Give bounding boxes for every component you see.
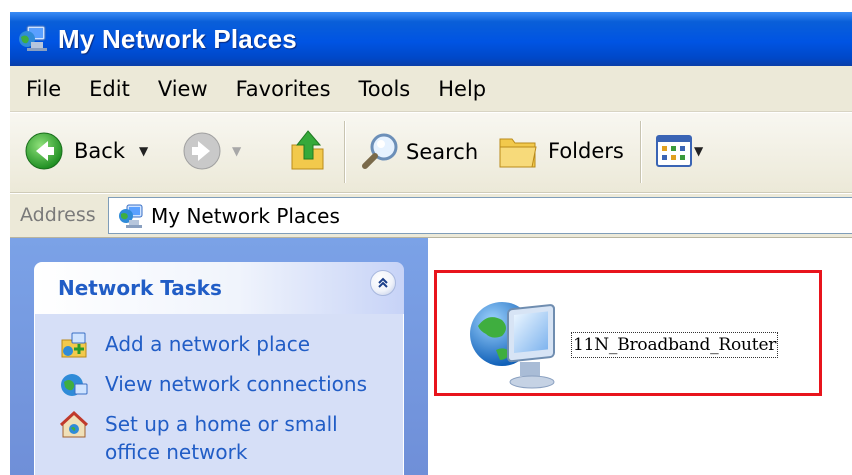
menu-bar: File Edit View Favorites Tools Help bbox=[10, 66, 852, 112]
add-network-place-icon bbox=[59, 330, 89, 360]
network-item-label[interactable]: 11N_Broadband_Router bbox=[571, 332, 779, 358]
address-input[interactable]: My Network Places bbox=[108, 197, 852, 234]
menu-favorites[interactable]: Favorites bbox=[222, 77, 345, 101]
network-tasks-header[interactable]: Network Tasks bbox=[34, 262, 404, 314]
back-dropdown-icon[interactable]: ▼ bbox=[139, 144, 148, 158]
back-label: Back bbox=[74, 139, 125, 163]
folders-button[interactable]: Folders bbox=[496, 131, 624, 171]
network-connections-icon bbox=[59, 370, 89, 400]
views-button[interactable]: ▼ bbox=[656, 135, 703, 167]
folders-label: Folders bbox=[548, 139, 624, 163]
folders-icon bbox=[496, 131, 540, 171]
title-bar[interactable]: My Network Places bbox=[10, 12, 852, 66]
toolbar-separator bbox=[640, 121, 642, 183]
network-places-icon bbox=[117, 202, 145, 230]
task-view-network-connections[interactable]: View network connections bbox=[59, 370, 403, 400]
menu-help[interactable]: Help bbox=[424, 77, 500, 101]
task-label: Add a network place bbox=[105, 332, 311, 356]
content-area: 11N_Broadband_Router bbox=[428, 238, 852, 475]
search-button[interactable]: Search bbox=[360, 131, 478, 173]
network-tasks-list: Add a network place View network connect… bbox=[34, 314, 404, 475]
task-add-network-place[interactable]: Add a network place bbox=[59, 330, 403, 360]
back-button[interactable]: Back ▼ bbox=[24, 131, 148, 171]
toolbar: Back ▼ ▼ Search Folders ▼ bbox=[10, 113, 852, 193]
address-bar: Address My Network Places bbox=[10, 194, 852, 238]
task-label: Set up a home or small office network bbox=[105, 412, 338, 464]
window-title: My Network Places bbox=[58, 23, 297, 54]
views-dropdown-icon[interactable]: ▼ bbox=[694, 144, 703, 158]
forward-dropdown-icon[interactable]: ▼ bbox=[232, 144, 241, 158]
menu-view[interactable]: View bbox=[144, 77, 222, 101]
address-label: Address bbox=[20, 204, 96, 226]
toolbar-separator bbox=[344, 121, 346, 183]
network-computer-icon[interactable] bbox=[466, 296, 566, 396]
collapse-chevron-icon[interactable] bbox=[370, 270, 396, 296]
search-label: Search bbox=[406, 140, 479, 164]
task-label: View network connections bbox=[105, 372, 368, 396]
views-icon bbox=[656, 135, 692, 167]
network-tasks-title: Network Tasks bbox=[58, 276, 222, 300]
menu-edit[interactable]: Edit bbox=[75, 77, 144, 101]
network-tasks-panel: Network Tasks Add a network place View n… bbox=[34, 262, 404, 475]
forward-button[interactable]: ▼ bbox=[182, 131, 241, 171]
address-value: My Network Places bbox=[151, 203, 340, 228]
menu-file[interactable]: File bbox=[10, 77, 75, 101]
menu-tools[interactable]: Tools bbox=[345, 77, 425, 101]
folder-up-icon bbox=[286, 127, 330, 173]
home-network-icon bbox=[59, 410, 89, 440]
search-icon bbox=[360, 131, 402, 173]
up-button[interactable] bbox=[286, 127, 330, 173]
back-arrow-icon bbox=[24, 131, 64, 171]
forward-arrow-icon bbox=[182, 131, 222, 171]
task-pane: Network Tasks Add a network place View n… bbox=[10, 238, 428, 475]
network-places-icon bbox=[16, 22, 50, 56]
task-set-up-home-network[interactable]: Set up a home or small office network bbox=[59, 410, 403, 466]
